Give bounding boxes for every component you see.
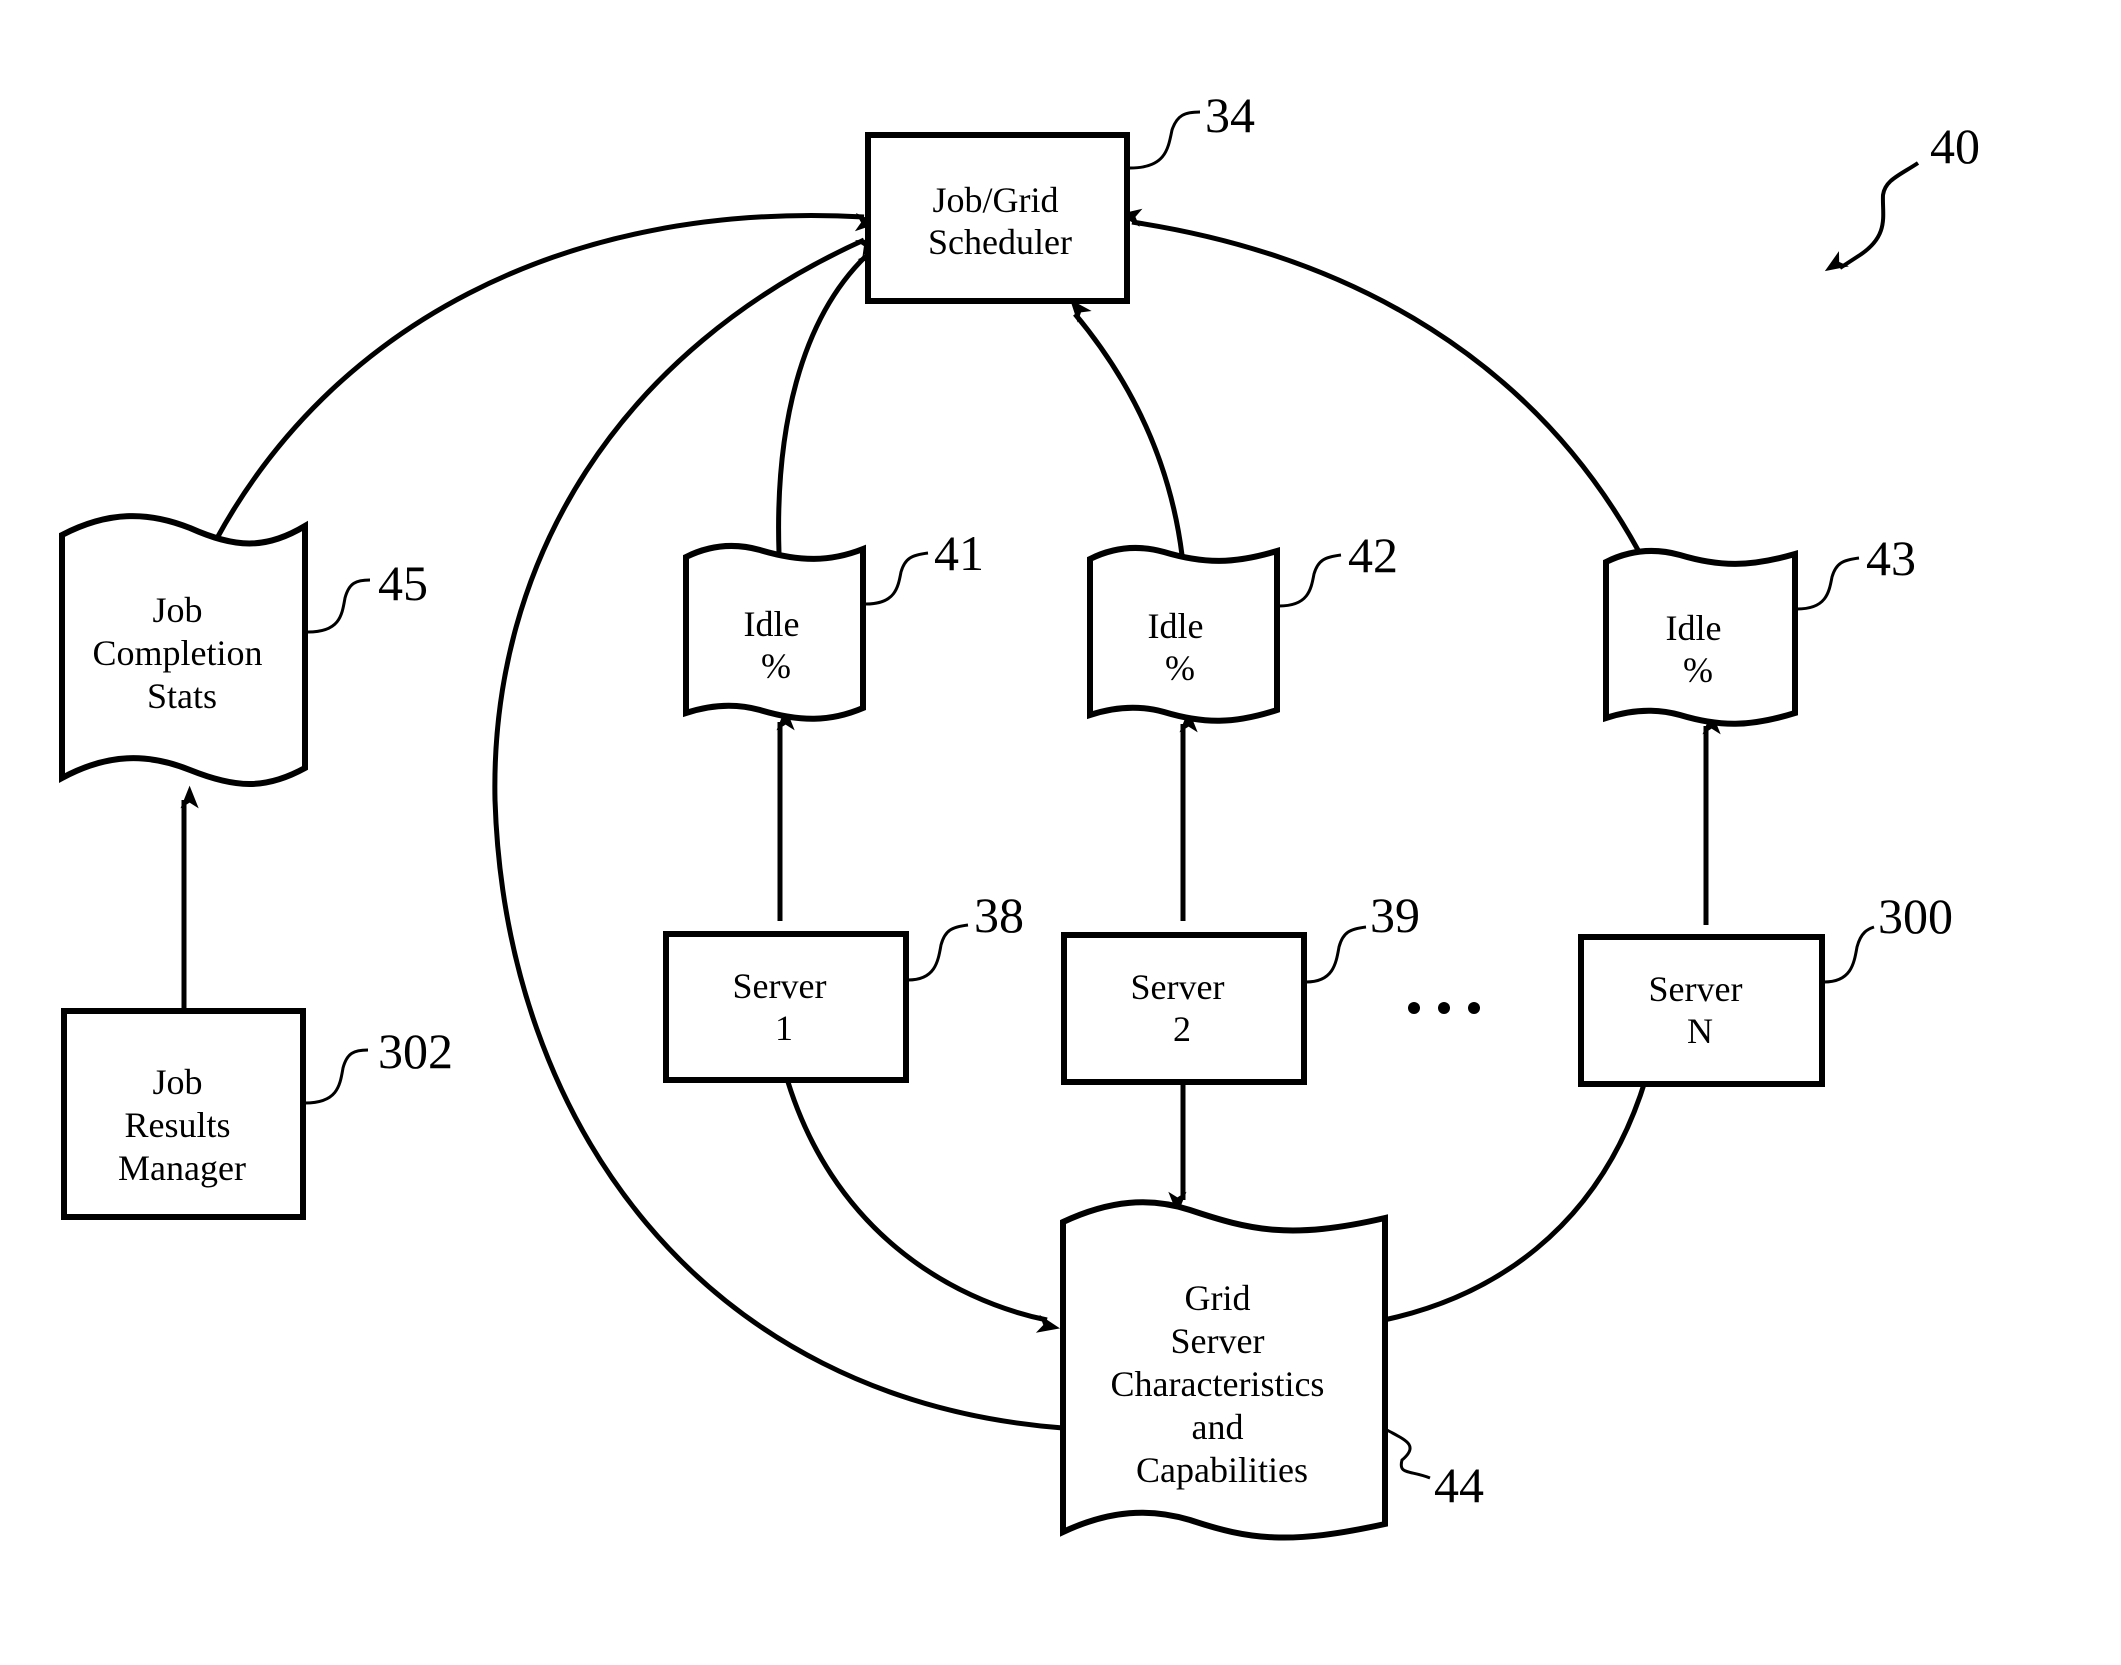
node-server-1: Server 1 [663,931,909,1083]
job-completion-stats-label-line: Completion [93,633,263,673]
grid-characteristics-label-line: and [1192,1407,1244,1447]
ellipsis-more-servers [1408,1002,1480,1014]
leader-45 [307,578,371,634]
leader-44 [1386,1428,1431,1480]
ellipsis-dot [1408,1002,1420,1014]
ref-39: 39 [1370,887,1420,943]
node-server-2: Server 2 [1061,932,1307,1085]
node-idle-n: Idle % [1603,548,1798,727]
server-n-label-line: N [1687,1011,1713,1051]
grid-characteristics-label-line: Grid [1185,1278,1251,1318]
idle-1-label-line: Idle [744,604,800,644]
job-completion-stats-label-line: Stats [147,676,217,716]
scheduler-label-line: Scheduler [928,222,1072,262]
server-2-label-line: Server [1131,967,1225,1007]
leader-42 [1278,553,1342,608]
ref-44: 44 [1434,1457,1484,1513]
edge-server-1-to-grid-characteristics [782,1071,1061,1333]
idle-2-label-line: % [1165,648,1195,688]
grid-characteristics-label-line: Server [1171,1321,1265,1361]
server-1-label-line: 1 [775,1008,793,1048]
ellipsis-dot [1438,1002,1450,1014]
figure-40-pointer [1824,161,1920,272]
leader-38 [907,923,969,982]
idle-n-label-line: % [1683,650,1713,690]
idle-n-label-line: Idle [1666,608,1722,648]
leader-34 [1129,110,1201,170]
node-grid-server-characteristics: Grid Server Characteristics and Capabili… [1060,1199,1388,1541]
ref-42: 42 [1348,527,1398,583]
node-job-completion-stats: Job Completion Stats [59,513,308,787]
ref-43: 43 [1866,530,1916,586]
leader-43 [1796,556,1860,611]
grid-characteristics-label-line: Characteristics [1111,1364,1325,1404]
leader-300 [1823,925,1875,984]
job-completion-stats-label-line: Job [152,590,202,630]
node-job-results-manager: Job Results Manager [61,1008,306,1220]
ellipsis-dot [1468,1002,1480,1014]
edge-idle-n-to-scheduler [1118,208,1649,567]
server-n-label-line: Server [1649,969,1743,1009]
edge-idle-2-to-scheduler [1070,299,1185,556]
ref-40-figure: 40 [1930,118,1980,174]
server-1-box [663,931,909,1083]
ref-34: 34 [1205,87,1255,143]
node-server-n: Server N [1578,934,1825,1087]
connectors [180,208,1721,1431]
leader-39 [1305,925,1367,984]
node-idle-1: Idle % [683,543,866,722]
ref-41: 41 [934,525,984,581]
job-results-manager-label-line: Manager [118,1148,246,1188]
ref-300: 300 [1878,888,1953,944]
node-scheduler: Job/Grid Scheduler [865,132,1130,304]
server-2-label-line: 2 [1173,1009,1191,1049]
node-idle-2: Idle % [1087,545,1280,724]
idle-2-label-line: Idle [1148,606,1204,646]
job-results-manager-label-line: Results [124,1105,230,1145]
server-1-label-line: Server [733,966,827,1006]
idle-1-label-line: % [761,646,791,686]
ref-302: 302 [378,1023,453,1079]
job-results-manager-label-line: Job [152,1062,202,1102]
grid-characteristics-label-line: Capabilities [1136,1450,1308,1490]
edge-server-n-to-grid-characteristics [1358,1077,1649,1325]
leader-41 [865,551,929,606]
ref-45: 45 [378,555,428,611]
edge-idle-1-to-scheduler [776,249,881,554]
scheduler-label-line: Job/Grid [933,180,1059,220]
edge-completion-stats-to-scheduler [213,213,879,542]
leader-302 [304,1048,369,1105]
job-grid-scheduler-diagram: Job/Grid Scheduler Job Completion Stats … [59,87,1980,1541]
ref-38: 38 [974,887,1024,943]
